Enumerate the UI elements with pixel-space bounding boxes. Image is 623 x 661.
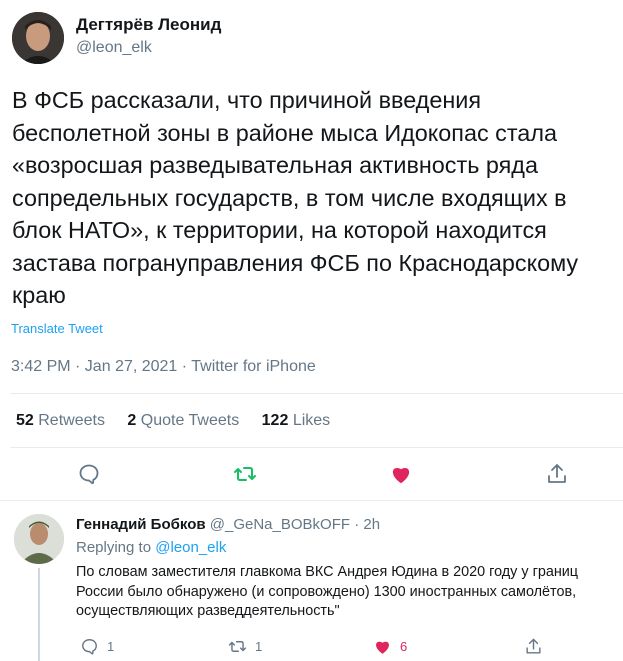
like-icon[interactable] xyxy=(389,462,413,486)
quotes-count: 2 xyxy=(127,412,137,429)
retweet-icon[interactable] xyxy=(233,462,257,486)
replying-label: Replying to xyxy=(76,539,152,556)
quote-tweets-stat[interactable]: 2 Quote Tweets xyxy=(127,412,239,429)
reply-icon[interactable] xyxy=(77,462,101,486)
reply-tweet[interactable]: Геннадий Бобков @_GeNa_BOBkOFF · 2h Repl… xyxy=(0,502,623,661)
likes-count: 122 xyxy=(261,412,289,429)
divider xyxy=(0,500,623,501)
author-handle[interactable]: @leon_elk xyxy=(76,39,152,57)
reply-text: По словам заместителя главкома ВКС Андре… xyxy=(76,564,579,619)
like-count: 6 xyxy=(400,638,408,654)
separator: · xyxy=(354,516,360,533)
reply-author-handle[interactable]: @_GeNa_BOBkOFF xyxy=(210,516,350,533)
retweets-label: Retweets xyxy=(38,412,105,429)
translate-tweet-link[interactable]: Translate Tweet xyxy=(11,321,103,336)
reply-reply-button[interactable]: 1 xyxy=(80,636,114,656)
replying-mention[interactable]: @leon_elk xyxy=(155,539,226,556)
reply-header: Геннадий Бобков @_GeNa_BOBkOFF · 2h xyxy=(76,516,380,533)
reply-time[interactable]: 2h xyxy=(363,516,380,533)
reply-author-name[interactable]: Геннадий Бобков xyxy=(76,516,206,533)
reply-avatar[interactable] xyxy=(14,514,64,564)
tweet-text: В ФСБ рассказали, что причиной введения … xyxy=(12,87,579,308)
tweet-timestamp[interactable]: 3:42 PM · Jan 27, 2021 · Twitter for iPh… xyxy=(11,358,316,376)
reply-like-button[interactable]: 6 xyxy=(373,636,407,656)
reply-icon xyxy=(82,638,97,654)
share-icon[interactable] xyxy=(545,462,569,486)
likes-stat[interactable]: 122 Likes xyxy=(262,412,331,429)
retweet-icon xyxy=(228,640,247,652)
like-icon xyxy=(376,641,389,654)
reply-share-button[interactable] xyxy=(524,636,551,656)
retweet-count: 1 xyxy=(255,638,263,654)
share-icon xyxy=(526,638,541,654)
likes-label: Likes xyxy=(292,412,331,429)
divider xyxy=(10,447,623,448)
reply-count: 1 xyxy=(107,638,115,654)
tweet-stats: 52 Retweets 2 Quote Tweets 122 Likes xyxy=(16,412,348,430)
retweets-stat[interactable]: 52 Retweets xyxy=(16,412,105,429)
divider xyxy=(10,393,623,394)
retweets-count: 52 xyxy=(16,412,34,429)
replying-to: Replying to @leon_elk xyxy=(76,539,226,556)
avatar[interactable] xyxy=(12,12,64,64)
quotes-label: Quote Tweets xyxy=(140,412,240,429)
author-name[interactable]: Дегтярёв Леонид xyxy=(76,15,221,35)
thread-line xyxy=(38,568,40,661)
reply-retweet-button[interactable]: 1 xyxy=(228,636,262,656)
